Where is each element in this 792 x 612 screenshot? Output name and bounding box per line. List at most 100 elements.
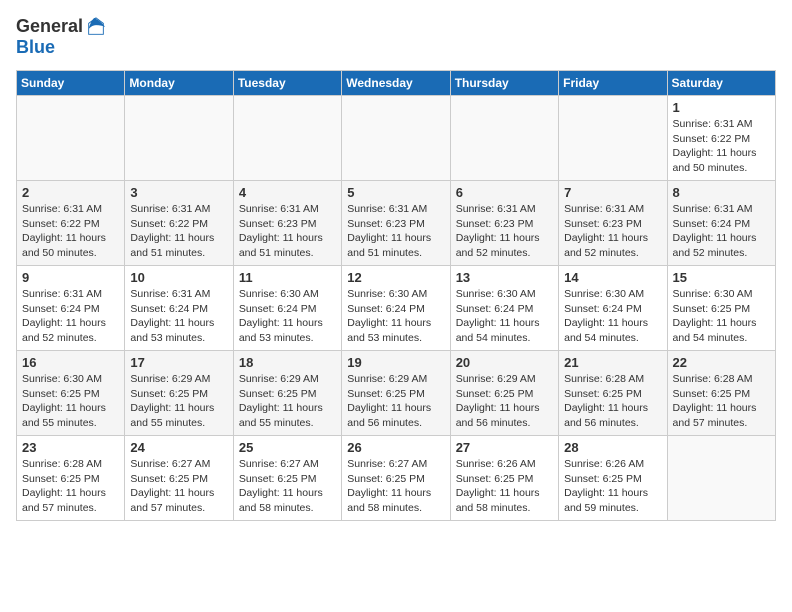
calendar-cell	[17, 96, 125, 181]
weekday-header: Friday	[559, 71, 667, 96]
calendar-cell: 7 Sunrise: 6:31 AMSunset: 6:23 PMDaylight…	[559, 181, 667, 266]
day-info: Sunrise: 6:27 AMSunset: 6:25 PMDaylight:…	[130, 457, 227, 516]
day-info: Sunrise: 6:30 AMSunset: 6:24 PMDaylight:…	[456, 287, 553, 346]
calendar-cell: 14 Sunrise: 6:30 AMSunset: 6:24 PMDayligh…	[559, 266, 667, 351]
weekday-header: Tuesday	[233, 71, 341, 96]
calendar-cell: 12Sunrise: 6:30 AMSunset: 6:24 PMDayligh…	[342, 266, 450, 351]
day-number: 5	[347, 185, 444, 200]
day-number: 21	[564, 355, 661, 370]
calendar-week-row: 1 Sunrise: 6:31 AMSunset: 6:22 PMDaylight…	[17, 96, 776, 181]
calendar-table: SundayMondayTuesdayWednesdayThursdayFrid…	[16, 70, 776, 521]
calendar-cell	[667, 436, 775, 521]
day-number: 26	[347, 440, 444, 455]
day-info: Sunrise: 6:29 AMSunset: 6:25 PMDaylight:…	[239, 372, 336, 431]
calendar-cell: 16 Sunrise: 6:30 AMSunset: 6:25 PMDayligh…	[17, 351, 125, 436]
day-info: Sunrise: 6:26 AMSunset: 6:25 PMDaylight:…	[456, 457, 553, 516]
day-info: Sunrise: 6:29 AMSunset: 6:25 PMDaylight:…	[347, 372, 444, 431]
day-number: 9	[22, 270, 119, 285]
day-number: 24	[130, 440, 227, 455]
calendar-cell: 17 Sunrise: 6:29 AMSunset: 6:25 PMDayligh…	[125, 351, 233, 436]
calendar-cell	[233, 96, 341, 181]
calendar-cell: 4 Sunrise: 6:31 AMSunset: 6:23 PMDaylight…	[233, 181, 341, 266]
day-info: Sunrise: 6:31 AMSunset: 6:23 PMDaylight:…	[239, 202, 336, 261]
calendar-cell: 28Sunrise: 6:26 AMSunset: 6:25 PMDayligh…	[559, 436, 667, 521]
day-info: Sunrise: 6:31 AMSunset: 6:22 PMDaylight:…	[22, 202, 119, 261]
logo-general: General	[16, 17, 83, 37]
day-info: Sunrise: 6:31 AMSunset: 6:22 PMDaylight:…	[130, 202, 227, 261]
calendar-cell: 6 Sunrise: 6:31 AMSunset: 6:23 PMDaylight…	[450, 181, 558, 266]
day-number: 13	[456, 270, 553, 285]
calendar-body: 1 Sunrise: 6:31 AMSunset: 6:22 PMDaylight…	[17, 96, 776, 521]
day-number: 7	[564, 185, 661, 200]
weekday-header: Wednesday	[342, 71, 450, 96]
weekday-header: Monday	[125, 71, 233, 96]
calendar-week-row: 16 Sunrise: 6:30 AMSunset: 6:25 PMDayligh…	[17, 351, 776, 436]
calendar-cell: 11 Sunrise: 6:30 AMSunset: 6:24 PMDayligh…	[233, 266, 341, 351]
logo-blue: Blue	[16, 37, 55, 57]
day-number: 18	[239, 355, 336, 370]
day-info: Sunrise: 6:31 AMSunset: 6:23 PMDaylight:…	[347, 202, 444, 261]
calendar-cell: 3 Sunrise: 6:31 AMSunset: 6:22 PMDaylight…	[125, 181, 233, 266]
calendar-cell: 1 Sunrise: 6:31 AMSunset: 6:22 PMDaylight…	[667, 96, 775, 181]
day-info: Sunrise: 6:30 AMSunset: 6:24 PMDaylight:…	[564, 287, 661, 346]
calendar-cell: 23 Sunrise: 6:28 AMSunset: 6:25 PMDayligh…	[17, 436, 125, 521]
day-info: Sunrise: 6:28 AMSunset: 6:25 PMDaylight:…	[673, 372, 770, 431]
calendar-cell	[450, 96, 558, 181]
weekday-header: Thursday	[450, 71, 558, 96]
logo: General Blue	[16, 16, 107, 58]
calendar-week-row: 2 Sunrise: 6:31 AMSunset: 6:22 PMDaylight…	[17, 181, 776, 266]
calendar-cell: 9 Sunrise: 6:31 AMSunset: 6:24 PMDaylight…	[17, 266, 125, 351]
day-number: 4	[239, 185, 336, 200]
day-number: 12	[347, 270, 444, 285]
calendar-week-row: 23 Sunrise: 6:28 AMSunset: 6:25 PMDayligh…	[17, 436, 776, 521]
day-info: Sunrise: 6:27 AMSunset: 6:25 PMDaylight:…	[347, 457, 444, 516]
day-number: 6	[456, 185, 553, 200]
day-number: 19	[347, 355, 444, 370]
day-info: Sunrise: 6:31 AMSunset: 6:23 PMDaylight:…	[456, 202, 553, 261]
calendar-cell: 21Sunrise: 6:28 AMSunset: 6:25 PMDayligh…	[559, 351, 667, 436]
day-number: 16	[22, 355, 119, 370]
calendar-cell: 2 Sunrise: 6:31 AMSunset: 6:22 PMDaylight…	[17, 181, 125, 266]
calendar-cell	[342, 96, 450, 181]
day-info: Sunrise: 6:30 AMSunset: 6:24 PMDaylight:…	[239, 287, 336, 346]
calendar-cell: 8 Sunrise: 6:31 AMSunset: 6:24 PMDaylight…	[667, 181, 775, 266]
day-number: 22	[673, 355, 770, 370]
day-info: Sunrise: 6:29 AMSunset: 6:25 PMDaylight:…	[130, 372, 227, 431]
day-info: Sunrise: 6:31 AMSunset: 6:24 PMDaylight:…	[673, 202, 770, 261]
calendar-cell	[559, 96, 667, 181]
day-info: Sunrise: 6:31 AMSunset: 6:24 PMDaylight:…	[22, 287, 119, 346]
day-number: 2	[22, 185, 119, 200]
day-number: 3	[130, 185, 227, 200]
calendar-cell: 26 Sunrise: 6:27 AMSunset: 6:25 PMDayligh…	[342, 436, 450, 521]
day-info: Sunrise: 6:29 AMSunset: 6:25 PMDaylight:…	[456, 372, 553, 431]
day-number: 14	[564, 270, 661, 285]
weekday-header: Sunday	[17, 71, 125, 96]
logo-icon	[85, 16, 107, 38]
day-number: 11	[239, 270, 336, 285]
day-info: Sunrise: 6:30 AMSunset: 6:25 PMDaylight:…	[673, 287, 770, 346]
day-number: 25	[239, 440, 336, 455]
calendar-cell: 25Sunrise: 6:27 AMSunset: 6:25 PMDayligh…	[233, 436, 341, 521]
day-number: 1	[673, 100, 770, 115]
calendar-cell: 5 Sunrise: 6:31 AMSunset: 6:23 PMDaylight…	[342, 181, 450, 266]
calendar-cell: 19 Sunrise: 6:29 AMSunset: 6:25 PMDayligh…	[342, 351, 450, 436]
calendar-cell: 10Sunrise: 6:31 AMSunset: 6:24 PMDayligh…	[125, 266, 233, 351]
calendar-cell: 20 Sunrise: 6:29 AMSunset: 6:25 PMDayligh…	[450, 351, 558, 436]
day-info: Sunrise: 6:31 AMSunset: 6:22 PMDaylight:…	[673, 117, 770, 176]
calendar-week-row: 9 Sunrise: 6:31 AMSunset: 6:24 PMDaylight…	[17, 266, 776, 351]
day-number: 15	[673, 270, 770, 285]
day-info: Sunrise: 6:28 AMSunset: 6:25 PMDaylight:…	[22, 457, 119, 516]
calendar-cell: 22 Sunrise: 6:28 AMSunset: 6:25 PMDayligh…	[667, 351, 775, 436]
day-info: Sunrise: 6:30 AMSunset: 6:25 PMDaylight:…	[22, 372, 119, 431]
day-number: 20	[456, 355, 553, 370]
weekday-header-row: SundayMondayTuesdayWednesdayThursdayFrid…	[17, 71, 776, 96]
day-number: 23	[22, 440, 119, 455]
day-number: 17	[130, 355, 227, 370]
calendar-cell	[125, 96, 233, 181]
calendar-cell: 24 Sunrise: 6:27 AMSunset: 6:25 PMDayligh…	[125, 436, 233, 521]
day-info: Sunrise: 6:26 AMSunset: 6:25 PMDaylight:…	[564, 457, 661, 516]
day-number: 27	[456, 440, 553, 455]
day-info: Sunrise: 6:31 AMSunset: 6:23 PMDaylight:…	[564, 202, 661, 261]
calendar-cell: 13 Sunrise: 6:30 AMSunset: 6:24 PMDayligh…	[450, 266, 558, 351]
day-number: 8	[673, 185, 770, 200]
